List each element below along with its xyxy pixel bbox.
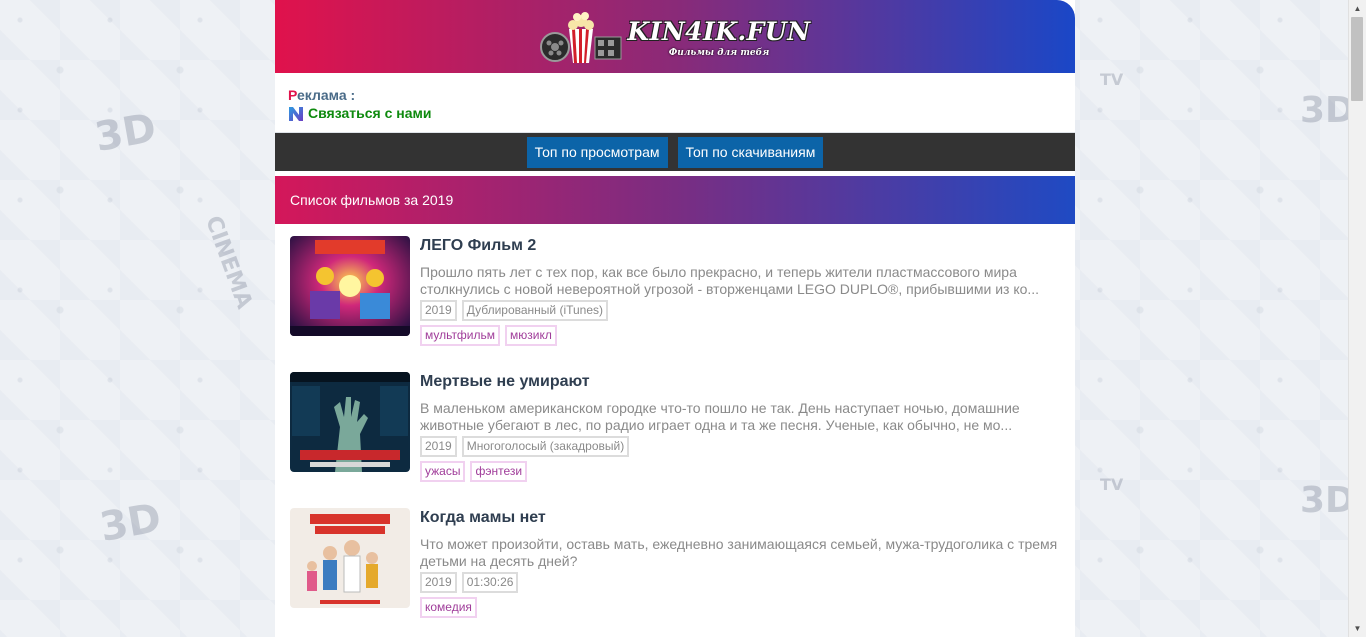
background-decoration: 3D [91, 105, 160, 161]
page-scrollbar[interactable]: ▲ ▼ [1348, 0, 1366, 637]
ad-label-first-letter: Р [288, 87, 297, 103]
movie-title-link[interactable]: Мертвые не умирают [420, 373, 590, 390]
movie-year-badge: 2019 [420, 436, 457, 457]
popcorn-film-icon [540, 11, 622, 63]
movie-duration-badge: 01:30:26 [461, 572, 519, 593]
top-nav: Топ по просмотрам Топ по скачиваниям [275, 133, 1075, 171]
site-header: KIN4IK.FUN Фильмы для тебя [275, 0, 1075, 73]
movie-description: Что может произойти, оставь мать, ежедне… [420, 536, 1058, 569]
logo-title: KIN4IK.FUN [627, 16, 811, 46]
ad-label: Реклама : [288, 87, 1062, 104]
top-by-views-button[interactable]: Топ по просмотрам [526, 136, 668, 168]
movie-poster[interactable] [290, 372, 410, 472]
logo-subtitle: Фильмы для тебя [668, 47, 770, 58]
logo-text: KIN4IK.FUN Фильмы для тебя [627, 16, 811, 58]
background-decoration: TV [1100, 475, 1124, 494]
scroll-down-arrow-icon[interactable]: ▼ [1349, 620, 1366, 637]
movie-genres: комедия [420, 597, 1060, 618]
scrollbar-thumb[interactable] [1351, 17, 1363, 101]
genre-tag[interactable]: комедия [420, 597, 477, 618]
movie-meta: 2019 Дублированный (iTunes) [420, 300, 1060, 321]
lego-movie-poster-image [290, 236, 410, 336]
movie-item: Когда мамы нет Что может произойти, оста… [275, 496, 1075, 632]
top-by-downloads-button[interactable]: Топ по скачиваниям [677, 136, 824, 168]
movie-title-link[interactable]: Когда мамы нет [420, 509, 546, 526]
movie-info: ЛЕГО Фильм 2 Прошло пять лет с тех пор, … [420, 236, 1060, 346]
genre-tag[interactable]: мультфильм [420, 325, 501, 346]
scroll-up-arrow-icon[interactable]: ▲ [1349, 0, 1366, 17]
movie-year-badge: 2019 [420, 572, 457, 593]
site-logo[interactable]: KIN4IK.FUN Фильмы для тебя [539, 7, 810, 67]
contact-n-icon [289, 106, 303, 121]
mom-is-away-poster-image [290, 508, 410, 608]
genre-tag[interactable]: ужасы [420, 461, 466, 482]
movie-info: Когда мамы нет Что может произойти, оста… [420, 508, 1060, 618]
dead-dont-die-poster-image [290, 372, 410, 472]
movie-info: Мертвые не умирают В маленьком американс… [420, 372, 1060, 482]
page-container: KIN4IK.FUN Фильмы для тебя Реклама : Свя… [275, 0, 1075, 637]
movie-translation-badge: Многоголосый (закадровый) [461, 436, 630, 457]
ad-block: Реклама : Связаться с нами [275, 73, 1075, 133]
genre-tag[interactable]: фэнтези [470, 461, 528, 482]
movie-item: ЛЕГО Фильм 2 Прошло пять лет с тех пор, … [275, 224, 1075, 360]
movie-translation-badge: Дублированный (iTunes) [461, 300, 609, 321]
movie-title-link[interactable]: ЛЕГО Фильм 2 [420, 237, 536, 254]
background-decoration: 3D [1300, 90, 1355, 131]
background-decoration: CINEMA [200, 212, 257, 313]
ad-label-text: еклама : [297, 87, 356, 103]
movie-poster[interactable] [290, 236, 410, 336]
contact-row: Связаться с нами [288, 105, 1062, 122]
movie-item: Мертвые не умирают В маленьком американс… [275, 360, 1075, 496]
movie-description: Прошло пять лет с тех пор, как все было … [420, 264, 1040, 297]
movie-genres: ужасы фэнтези [420, 461, 1060, 482]
background-decoration: 3D [96, 495, 165, 551]
movie-meta: 2019 01:30:26 [420, 572, 1060, 593]
movie-genres: мультфильм мюзикл [420, 325, 1060, 346]
movie-meta: 2019 Многоголосый (закадровый) [420, 436, 1060, 457]
movie-poster[interactable] [290, 508, 410, 608]
background-decoration: 3D [1300, 480, 1355, 521]
genre-tag[interactable]: мюзикл [505, 325, 557, 346]
movie-list-title: Список фильмов за 2019 [275, 176, 1075, 224]
movie-description: В маленьком американском городке что-то … [420, 400, 1020, 433]
contact-us-link[interactable]: Связаться с нами [308, 105, 431, 122]
movie-year-badge: 2019 [420, 300, 457, 321]
background-decoration: TV [1100, 70, 1124, 89]
